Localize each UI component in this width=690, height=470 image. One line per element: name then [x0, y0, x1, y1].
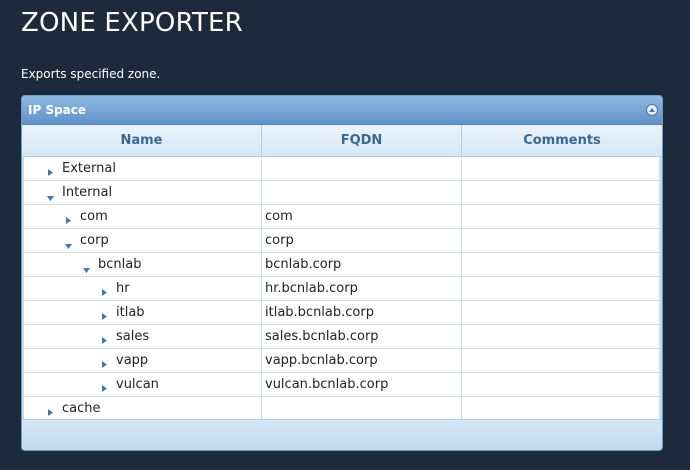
- cell-fqdn: [262, 181, 462, 204]
- table-row[interactable]: cache: [24, 397, 660, 421]
- panel-header: IP Space: [22, 96, 662, 125]
- cell-name: vulcan: [24, 373, 262, 396]
- cell-comments: [462, 181, 660, 204]
- expanded-arrow-icon[interactable]: [65, 235, 72, 249]
- cell-name: Internal: [24, 181, 262, 204]
- cell-comments: [462, 157, 660, 180]
- cell-fqdn: [262, 397, 462, 420]
- collapsed-arrow-icon[interactable]: [101, 281, 108, 296]
- cell-fqdn: com: [262, 205, 462, 228]
- cell-name: com: [24, 205, 262, 228]
- cell-fqdn: sales.bcnlab.corp: [262, 325, 462, 348]
- cell-name: corp: [24, 229, 262, 252]
- collapsed-arrow-icon[interactable]: [65, 209, 72, 224]
- page-title: ZONE EXPORTER: [21, 8, 243, 38]
- cell-name: sales: [24, 325, 262, 348]
- table-row[interactable]: itlab itlab.bcnlab.corp: [24, 301, 660, 325]
- cell-comments: [462, 229, 660, 252]
- table-row[interactable]: sales sales.bcnlab.corp: [24, 325, 660, 349]
- cell-comments: [462, 325, 660, 348]
- tree-node-label[interactable]: vapp: [116, 349, 148, 372]
- grid-body: External Internal com com corp corp bcnlab bcnl…: [24, 157, 660, 421]
- table-row[interactable]: External: [24, 157, 660, 181]
- zone-tree-grid: Name FQDN Comments External Internal com co…: [22, 125, 662, 421]
- column-header-name[interactable]: Name: [22, 125, 262, 156]
- cell-comments: [462, 277, 660, 300]
- cell-fqdn: itlab.bcnlab.corp: [262, 301, 462, 324]
- column-header-fqdn[interactable]: FQDN: [262, 125, 462, 156]
- cell-comments: [462, 205, 660, 228]
- cell-name: hr: [24, 277, 262, 300]
- cell-fqdn: vapp.bcnlab.corp: [262, 349, 462, 372]
- panel-title: IP Space: [28, 103, 87, 117]
- cell-fqdn: [262, 157, 462, 180]
- tree-node-label[interactable]: sales: [116, 325, 149, 348]
- page-description: Exports specified zone.: [21, 67, 161, 81]
- cell-fqdn: hr.bcnlab.corp: [262, 277, 462, 300]
- expanded-arrow-icon[interactable]: [83, 259, 90, 273]
- table-row[interactable]: vapp vapp.bcnlab.corp: [24, 349, 660, 373]
- table-row[interactable]: hr hr.bcnlab.corp: [24, 277, 660, 301]
- expanded-arrow-icon[interactable]: [47, 187, 54, 201]
- collapsed-arrow-icon[interactable]: [101, 353, 108, 368]
- cell-comments: [462, 397, 660, 420]
- cell-name: itlab: [24, 301, 262, 324]
- tree-node-label[interactable]: corp: [80, 229, 109, 252]
- cell-comments: [462, 253, 660, 276]
- cell-comments: [462, 373, 660, 396]
- cell-fqdn: vulcan.bcnlab.corp: [262, 373, 462, 396]
- collapse-up-icon[interactable]: [646, 104, 658, 116]
- tree-node-label[interactable]: cache: [62, 397, 101, 420]
- panel-footer: [22, 419, 662, 450]
- table-row[interactable]: vulcan vulcan.bcnlab.corp: [24, 373, 660, 397]
- cell-comments: [462, 349, 660, 372]
- cell-name: vapp: [24, 349, 262, 372]
- column-header-comments[interactable]: Comments: [462, 125, 662, 156]
- table-row[interactable]: corp corp: [24, 229, 660, 253]
- cell-name: cache: [24, 397, 262, 420]
- tree-node-label[interactable]: bcnlab: [98, 253, 141, 276]
- table-row[interactable]: bcnlab bcnlab.corp: [24, 253, 660, 277]
- table-row[interactable]: Internal: [24, 181, 660, 205]
- cell-name: External: [24, 157, 262, 180]
- collapsed-arrow-icon[interactable]: [47, 401, 54, 416]
- tree-node-label[interactable]: itlab: [116, 301, 145, 324]
- collapsed-arrow-icon[interactable]: [101, 377, 108, 392]
- cell-name: bcnlab: [24, 253, 262, 276]
- tree-node-label[interactable]: com: [80, 205, 108, 228]
- tree-node-label[interactable]: hr: [116, 277, 130, 300]
- tree-node-label[interactable]: External: [62, 157, 116, 180]
- cell-fqdn: corp: [262, 229, 462, 252]
- tree-node-label[interactable]: vulcan: [116, 373, 159, 396]
- cell-fqdn: bcnlab.corp: [262, 253, 462, 276]
- collapsed-arrow-icon[interactable]: [101, 329, 108, 344]
- grid-header: Name FQDN Comments: [22, 125, 662, 157]
- collapsed-arrow-icon[interactable]: [101, 305, 108, 320]
- table-row[interactable]: com com: [24, 205, 660, 229]
- collapsed-arrow-icon[interactable]: [47, 161, 54, 176]
- tree-node-label[interactable]: Internal: [62, 181, 112, 204]
- cell-comments: [462, 301, 660, 324]
- ip-space-panel: IP Space Name FQDN Comments External Inte…: [21, 95, 663, 451]
